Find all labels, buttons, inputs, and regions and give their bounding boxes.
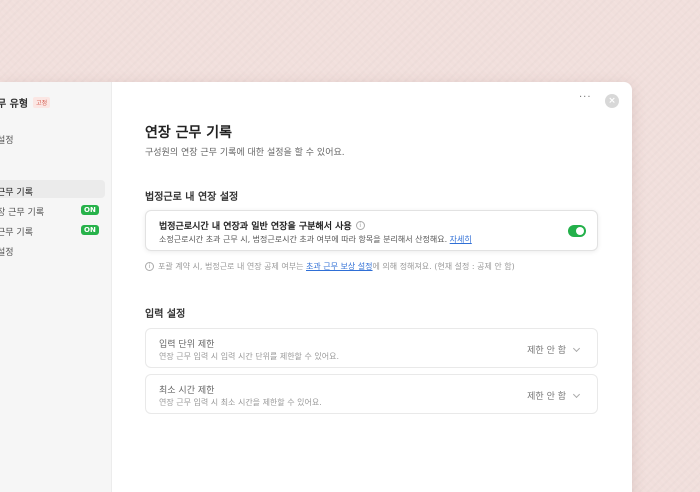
details-link[interactable]: 자세히 bbox=[450, 235, 472, 244]
chevron-down-icon bbox=[572, 390, 581, 398]
info-icon[interactable]: i bbox=[355, 221, 365, 230]
status-badge-on: ON bbox=[81, 225, 99, 235]
sidebar-item-settings-2[interactable]: 설정 bbox=[0, 245, 14, 258]
more-icon[interactable]: ··· bbox=[579, 92, 592, 103]
sidebar-title-text: 무 유형 bbox=[0, 99, 29, 110]
fixed-badge: 고정 bbox=[33, 97, 51, 108]
row-description: 연장 근무 입력 시 최소 시간을 제한할 수 있어요. bbox=[159, 398, 322, 407]
overtime-compensation-link[interactable]: 초과 근무 보상 설정 bbox=[306, 261, 373, 272]
settings-window: 무 유형 고정 설정 근무 기록 장 근무 기록 ON 근무 기록 ON 설정 … bbox=[0, 82, 632, 492]
card-description: 소정근로시간 초과 근무 시, 법정근로시간 초과 여부에 따라 항목을 분리해… bbox=[159, 234, 472, 245]
section-title: 입력 설정 bbox=[145, 309, 186, 320]
sidebar: 무 유형 고정 설정 근무 기록 장 근무 기록 ON 근무 기록 ON 설정 bbox=[0, 82, 112, 492]
section-title: 법정근로 내 연장 설정 bbox=[145, 192, 239, 203]
sidebar-item-holiday-record[interactable]: 근무 기록 bbox=[0, 225, 33, 238]
row-title: 입력 단위 제한 bbox=[159, 340, 215, 350]
note-text-tail: 에 의해 정해져요. (현재 설정 : 공제 안 함) bbox=[372, 262, 515, 271]
row-title: 최소 시간 제한 bbox=[159, 386, 215, 396]
sidebar-title: 무 유형 고정 bbox=[0, 95, 51, 110]
note-text: 포괄 계약 시, 법정근로 내 연장 공제 여부는 bbox=[158, 262, 304, 271]
card-title: 법정근로시간 내 연장과 일반 연장을 구분해서 사용 i bbox=[159, 219, 365, 232]
status-badge-on: ON bbox=[81, 205, 99, 215]
statutory-overtime-toggle[interactable] bbox=[568, 225, 586, 237]
sidebar-item-settings[interactable]: 설정 bbox=[0, 133, 14, 146]
row-select-value: 제한 안 함 bbox=[527, 346, 566, 356]
page-title: 연장 근무 기록 bbox=[145, 125, 233, 141]
row-description: 연장 근무 입력 시 입력 시간 단위를 제한할 수 있어요. bbox=[159, 352, 339, 361]
card-title-text: 법정근로시간 내 연장과 일반 연장을 구분해서 사용 bbox=[159, 222, 352, 232]
info-note: i 포괄 계약 시, 법정근로 내 연장 공제 여부는 초과 근무 보상 설정 에… bbox=[145, 261, 515, 272]
sidebar-item-overtime-record[interactable]: 장 근무 기록 bbox=[0, 205, 44, 218]
card-desc-text: 소정근로시간 초과 근무 시, 법정근로시간 초과 여부에 따라 항목을 분리해… bbox=[159, 235, 448, 244]
row-select[interactable]: 제한 안 함 bbox=[527, 389, 581, 402]
chevron-down-icon bbox=[572, 344, 581, 352]
input-unit-limit-row[interactable]: 입력 단위 제한 연장 근무 입력 시 입력 시간 단위를 제한할 수 있어요.… bbox=[145, 328, 598, 368]
row-select-value: 제한 안 함 bbox=[527, 392, 566, 402]
page-description: 구성원의 연장 근무 기록에 대한 설정을 할 수 있어요. bbox=[145, 148, 345, 158]
close-button[interactable]: × bbox=[605, 94, 619, 108]
row-select[interactable]: 제한 안 함 bbox=[527, 343, 581, 356]
sidebar-item-work-record[interactable]: 근무 기록 bbox=[0, 185, 33, 198]
statutory-overtime-card: 법정근로시간 내 연장과 일반 연장을 구분해서 사용 i 소정근로시간 초과 … bbox=[145, 210, 598, 251]
info-icon: i bbox=[145, 262, 154, 271]
minimum-time-limit-row[interactable]: 최소 시간 제한 연장 근무 입력 시 최소 시간을 제한할 수 있어요. 제한… bbox=[145, 374, 598, 414]
